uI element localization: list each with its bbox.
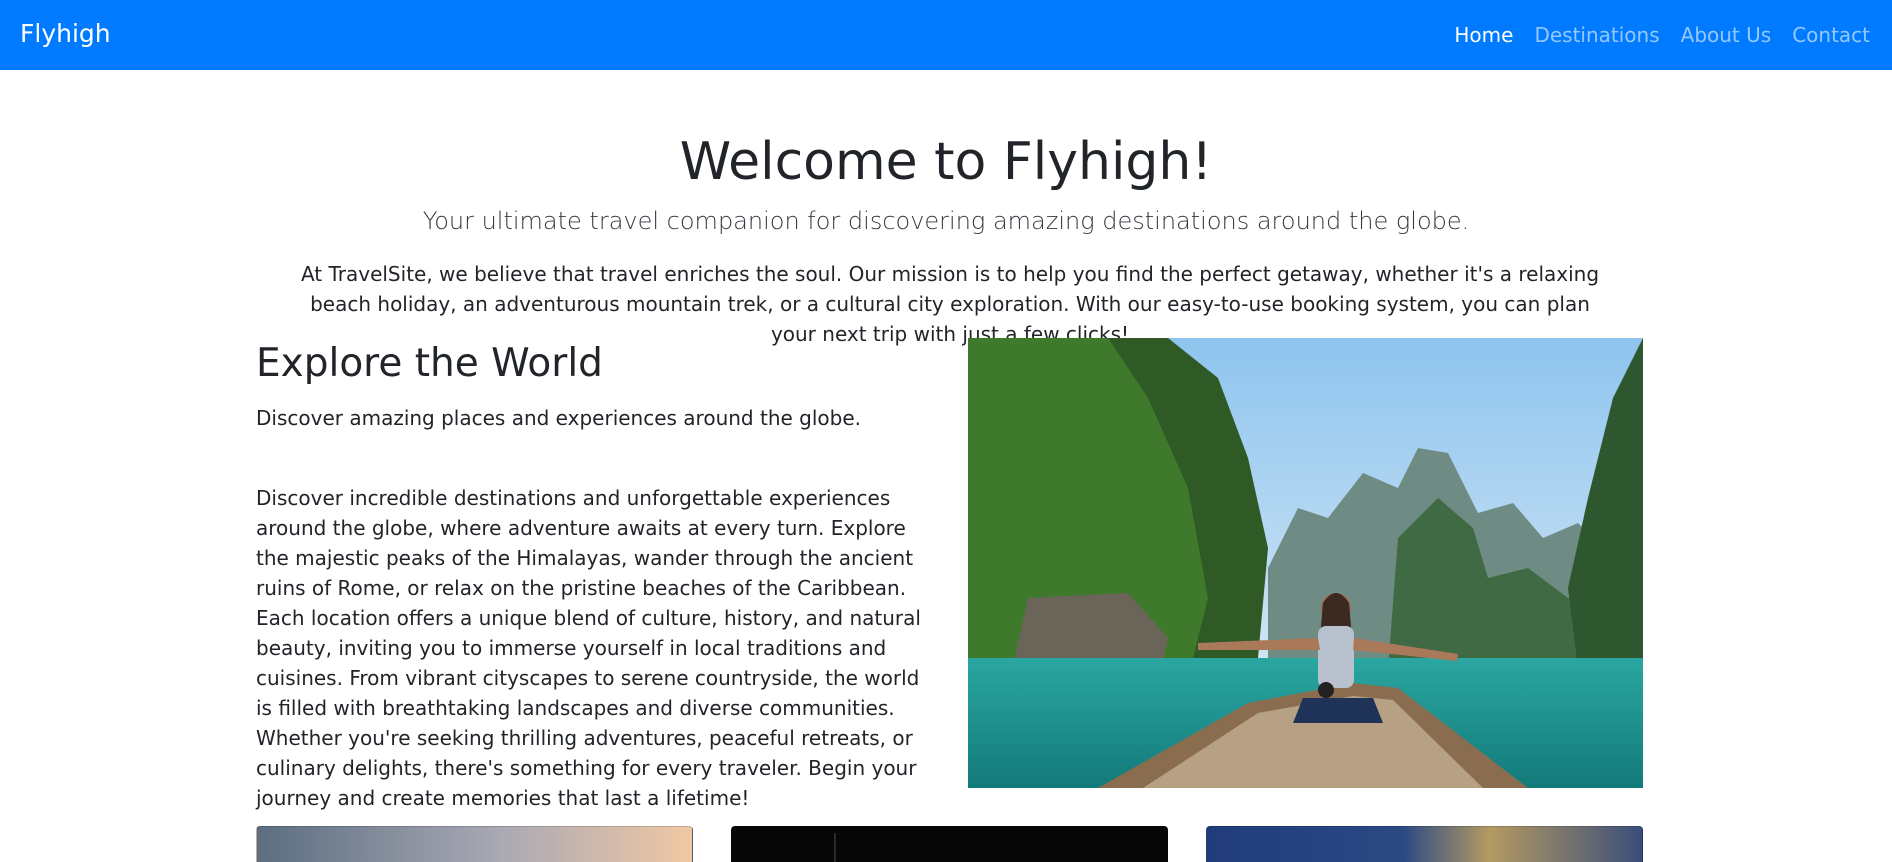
main-nav: Home Destinations About Us Contact bbox=[1454, 23, 1870, 47]
brand-logo[interactable]: Flyhigh bbox=[20, 19, 111, 48]
explore-section: Explore the World Discover amazing place… bbox=[256, 338, 946, 813]
explore-lead: Discover amazing places and experiences … bbox=[256, 406, 862, 430]
destination-card-3-image[interactable] bbox=[1206, 826, 1643, 862]
hero-subtitle: Your ultimate travel companion for disco… bbox=[422, 207, 1470, 235]
traveler-boat-photo bbox=[968, 338, 1643, 788]
tower-silhouette bbox=[834, 833, 836, 862]
nav-link-about-us[interactable]: About Us bbox=[1681, 23, 1772, 47]
explore-body: Discover incredible destinations and unf… bbox=[256, 486, 921, 810]
explore-heading: Explore the World bbox=[256, 341, 603, 386]
nav-link-home[interactable]: Home bbox=[1454, 23, 1513, 47]
hero-description: At TravelSite, we believe that travel en… bbox=[300, 262, 1600, 346]
navbar: Flyhigh Home Destinations About Us Conta… bbox=[0, 0, 1892, 70]
nav-link-contact[interactable]: Contact bbox=[1792, 23, 1870, 47]
nav-link-destinations[interactable]: Destinations bbox=[1534, 23, 1659, 47]
hero-title: Welcome to Flyhigh! bbox=[679, 132, 1213, 192]
destination-card-2-image[interactable] bbox=[731, 826, 1168, 862]
destination-card-1-image[interactable] bbox=[256, 826, 693, 862]
